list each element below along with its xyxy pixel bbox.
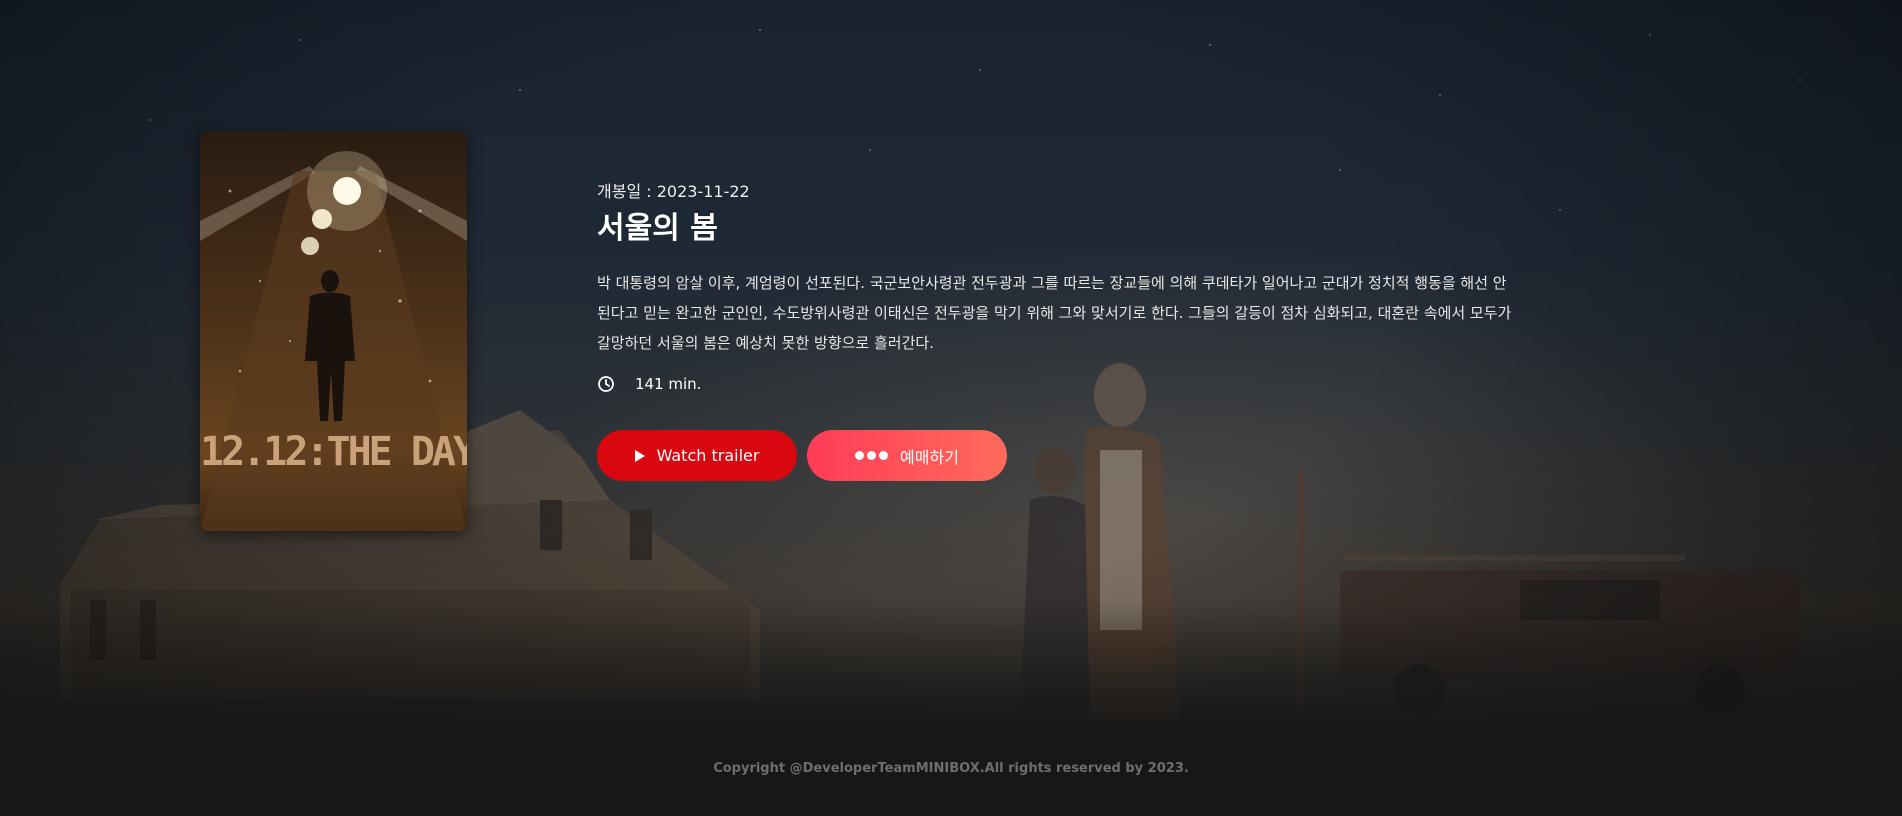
runtime-row: 141 min. <box>597 372 1517 396</box>
copyright-text: Copyright @DeveloperTeamMINIBOX.All righ… <box>713 760 1189 776</box>
movie-overview: 박 대통령의 암살 이후, 계엄령이 선포된다. 국군보안사령관 전두광과 그를… <box>597 274 1512 352</box>
dots-icon <box>855 451 889 460</box>
hero-backdrop: 12.12:THE DAY 개봉일 : 2023-11-22 서울의 봄 박 대… <box>0 0 1902 720</box>
backdrop-fade <box>0 600 1902 720</box>
clock-icon <box>598 376 614 392</box>
book-ticket-button[interactable]: 예매하기 <box>807 430 1007 481</box>
movie-poster: 12.12:THE DAY <box>200 131 467 531</box>
release-date: 개봉일 : 2023-11-22 <box>597 182 750 201</box>
play-icon <box>634 449 645 462</box>
watch-trailer-button[interactable]: Watch trailer <box>597 430 797 481</box>
book-ticket-label: 예매하기 <box>900 447 959 467</box>
footer: Copyright @DeveloperTeamMINIBOX.All righ… <box>0 720 1902 816</box>
runtime-text: 141 min. <box>635 375 702 393</box>
poster-title: 12.12:THE DAY <box>200 429 467 475</box>
movie-info: 개봉일 : 2023-11-22 서울의 봄 박 대통령의 암살 이후, 계엄령… <box>597 180 1517 481</box>
movie-title: 서울의 봄 <box>597 211 718 246</box>
watch-trailer-label: Watch trailer <box>656 446 760 465</box>
action-buttons: Watch trailer 예매하기 <box>597 430 1517 481</box>
